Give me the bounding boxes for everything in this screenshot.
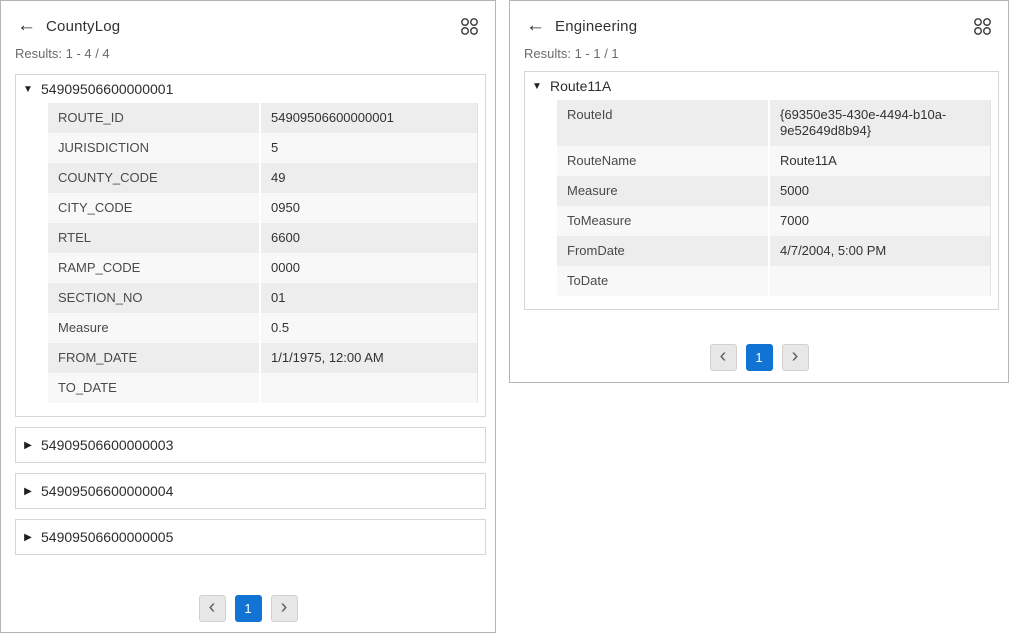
table-row: Measure 5000	[557, 176, 990, 206]
caret-down-icon: ▼	[531, 81, 543, 92]
feature-accordion-item: ▶ 54909506600000005	[15, 519, 486, 555]
table-row: JURISDICTION 5	[48, 133, 477, 163]
chevron-right-icon: ›	[281, 597, 288, 617]
feature-accordion-item: ▼ 54909506600000001 ROUTE_ID 54909506600…	[15, 74, 486, 417]
pagination: ‹ 1 ›	[510, 344, 1008, 371]
attr-name-cell: JURISDICTION	[48, 133, 261, 163]
attr-name-cell: COUNTY_CODE	[48, 163, 261, 193]
table-row: ToMeasure 7000	[557, 206, 990, 236]
page-1-button[interactable]: 1	[746, 344, 773, 371]
attr-name-cell: ToDate	[557, 266, 770, 296]
table-row: TO_DATE	[48, 373, 477, 403]
attr-value-cell: 6600	[261, 223, 477, 253]
attr-value-cell: 4/7/2004, 5:00 PM	[770, 236, 990, 266]
feature-accordion-header[interactable]: ▼ Route11A	[525, 72, 998, 99]
feature-panel-countylog: ← CountyLog Results: 1 - 4 / 4 ▼ 5490950…	[0, 0, 496, 633]
feature-title: 54909506600000001	[41, 81, 173, 97]
attr-value-cell: 0.5	[261, 313, 477, 343]
table-row: SECTION_NO 01	[48, 283, 477, 313]
attr-value-cell: 1/1/1975, 12:00 AM	[261, 343, 477, 373]
chevron-right-icon: ›	[792, 346, 799, 366]
chevron-left-icon: ‹	[720, 346, 727, 366]
grid-icon[interactable]	[973, 17, 992, 36]
panel-title: CountyLog	[46, 18, 120, 35]
feature-accordion-header[interactable]: ▶ 54909506600000004	[16, 474, 485, 508]
next-page-button[interactable]: ›	[271, 595, 298, 622]
prev-page-button[interactable]: ‹	[710, 344, 737, 371]
table-row: RouteName Route11A	[557, 146, 990, 176]
attr-name-cell: ROUTE_ID	[48, 103, 261, 133]
panel-header: ← CountyLog	[1, 1, 495, 36]
feature-accordion-item: ▼ Route11A RouteId {69350e35-430e-4494-b…	[524, 71, 999, 310]
caret-down-icon: ▼	[22, 84, 34, 95]
attr-value-cell: 49	[261, 163, 477, 193]
feature-accordion-header[interactable]: ▶ 54909506600000003	[16, 428, 485, 462]
feature-accordion-item: ▶ 54909506600000003	[15, 427, 486, 463]
back-arrow-icon[interactable]: ←	[526, 16, 545, 36]
caret-right-icon: ▶	[22, 532, 34, 543]
table-row: Measure 0.5	[48, 313, 477, 343]
feature-panel-engineering: ← Engineering Results: 1 - 1 / 1 ▼ Route…	[509, 0, 1009, 383]
table-row: ToDate	[557, 266, 990, 296]
page-1-button[interactable]: 1	[235, 595, 262, 622]
feature-title: 54909506600000005	[41, 529, 173, 545]
grid-icon[interactable]	[460, 17, 479, 36]
attr-name-cell: Measure	[557, 176, 770, 206]
attr-name-cell: RTEL	[48, 223, 261, 253]
feature-title: Route11A	[550, 78, 611, 94]
results-count: Results: 1 - 4 / 4	[15, 46, 479, 61]
prev-page-button[interactable]: ‹	[199, 595, 226, 622]
attr-name-cell: RouteName	[557, 146, 770, 176]
attr-name-cell: FromDate	[557, 236, 770, 266]
panel-title: Engineering	[555, 18, 637, 35]
pagination: ‹ 1 ›	[1, 595, 495, 622]
caret-right-icon: ▶	[22, 486, 34, 497]
back-arrow-icon[interactable]: ←	[17, 16, 36, 36]
attr-value-cell: {69350e35-430e-4494-b10a-9e52649d8b94}	[770, 100, 990, 146]
attr-name-cell: ToMeasure	[557, 206, 770, 236]
attr-value-cell: 0950	[261, 193, 477, 223]
panel-header: ← Engineering	[510, 1, 1008, 36]
table-row: COUNTY_CODE 49	[48, 163, 477, 193]
results-count: Results: 1 - 1 / 1	[524, 46, 992, 61]
table-row: ROUTE_ID 54909506600000001	[48, 103, 477, 133]
feature-accordion-item: ▶ 54909506600000004	[15, 473, 486, 509]
attr-value-cell: 5000	[770, 176, 990, 206]
table-row: RTEL 6600	[48, 223, 477, 253]
table-row: FROM_DATE 1/1/1975, 12:00 AM	[48, 343, 477, 373]
table-row: FromDate 4/7/2004, 5:00 PM	[557, 236, 990, 266]
table-row: RAMP_CODE 0000	[48, 253, 477, 283]
attr-name-cell: RouteId	[557, 100, 770, 146]
next-page-button[interactable]: ›	[782, 344, 809, 371]
chevron-left-icon: ‹	[209, 597, 216, 617]
attr-value-cell: 5	[261, 133, 477, 163]
attr-name-cell: RAMP_CODE	[48, 253, 261, 283]
feature-title: 54909506600000003	[41, 437, 173, 453]
feature-title: 54909506600000004	[41, 483, 173, 499]
attr-name-cell: Measure	[48, 313, 261, 343]
attr-value-cell: 0000	[261, 253, 477, 283]
attr-value-cell: Route11A	[770, 146, 990, 176]
attr-value-cell: 01	[261, 283, 477, 313]
attr-name-cell: SECTION_NO	[48, 283, 261, 313]
attr-name-cell: TO_DATE	[48, 373, 261, 403]
table-row: RouteId {69350e35-430e-4494-b10a-9e52649…	[557, 100, 990, 146]
attr-value-cell: 54909506600000001	[261, 103, 477, 133]
attr-name-cell: CITY_CODE	[48, 193, 261, 223]
caret-right-icon: ▶	[22, 440, 34, 451]
table-row: CITY_CODE 0950	[48, 193, 477, 223]
attr-value-cell: 7000	[770, 206, 990, 236]
attributes-table: ROUTE_ID 54909506600000001 JURISDICTION …	[48, 103, 478, 403]
feature-accordion-header[interactable]: ▼ 54909506600000001	[16, 75, 485, 102]
feature-accordion-header[interactable]: ▶ 54909506600000005	[16, 520, 485, 554]
attributes-table: RouteId {69350e35-430e-4494-b10a-9e52649…	[557, 100, 991, 296]
attr-value-cell	[770, 266, 990, 296]
attr-value-cell	[261, 373, 477, 403]
attr-name-cell: FROM_DATE	[48, 343, 261, 373]
